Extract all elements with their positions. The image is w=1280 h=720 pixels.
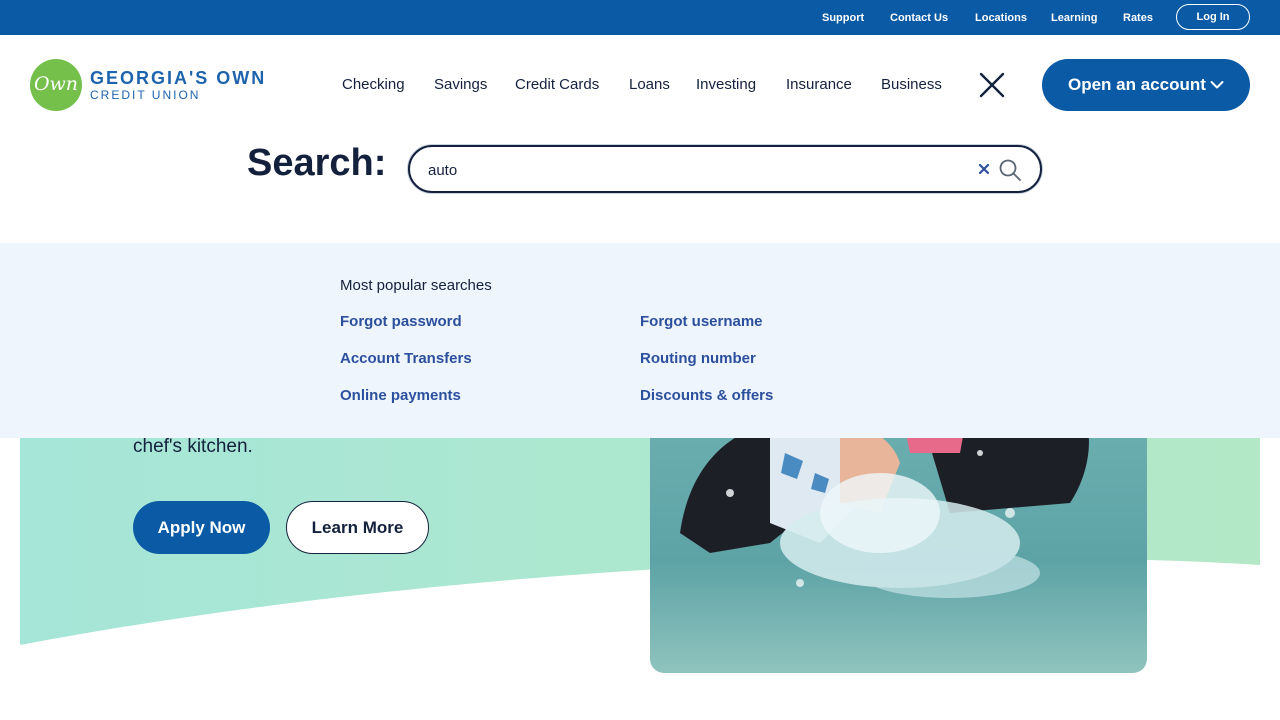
popular-link-online-payments[interactable]: Online payments bbox=[340, 387, 461, 404]
magnifier-icon[interactable] bbox=[997, 157, 1023, 183]
hero-text: chef's kitchen. bbox=[133, 436, 253, 457]
apply-now-button[interactable]: Apply Now bbox=[133, 501, 270, 554]
utility-bar: Support Contact Us Locations Learning Ra… bbox=[0, 0, 1280, 35]
logo-mark-text: Own bbox=[33, 73, 79, 95]
popular-link-account-transfers[interactable]: Account Transfers bbox=[340, 350, 472, 367]
nav-item-checking[interactable]: Checking bbox=[342, 76, 405, 93]
close-x-icon[interactable] bbox=[978, 71, 1006, 99]
nav-item-investing[interactable]: Investing bbox=[696, 76, 756, 93]
utility-link-contact-us[interactable]: Contact Us bbox=[890, 12, 948, 24]
open-account-label: Open an account bbox=[1068, 75, 1206, 94]
search-input[interactable] bbox=[428, 159, 948, 181]
utility-link-rates[interactable]: Rates bbox=[1123, 12, 1153, 24]
nav-item-insurance[interactable]: Insurance bbox=[786, 76, 852, 93]
popular-link-forgot-username[interactable]: Forgot username bbox=[640, 313, 763, 330]
chevron-down-icon bbox=[1210, 81, 1224, 89]
log-in-button[interactable]: Log In bbox=[1176, 4, 1250, 30]
popular-searches-heading: Most popular searches bbox=[340, 277, 492, 294]
search-box bbox=[408, 145, 1042, 193]
search-label: Search: bbox=[247, 142, 387, 184]
logo-name[interactable]: GEORGIA'S OWN bbox=[90, 68, 266, 89]
popular-link-forgot-password[interactable]: Forgot password bbox=[340, 313, 462, 330]
logo-mark[interactable]: Own bbox=[30, 59, 82, 111]
popular-link-routing-number[interactable]: Routing number bbox=[640, 350, 756, 367]
learn-more-button[interactable]: Learn More bbox=[286, 501, 429, 554]
nav-item-business[interactable]: Business bbox=[881, 76, 942, 93]
nav-item-savings[interactable]: Savings bbox=[434, 76, 487, 93]
utility-link-support[interactable]: Support bbox=[822, 12, 864, 24]
logo-subtitle: CREDIT UNION bbox=[90, 88, 201, 102]
nav-item-credit-cards[interactable]: Credit Cards bbox=[515, 76, 599, 93]
utility-link-learning[interactable]: Learning bbox=[1051, 12, 1097, 24]
popular-searches-panel: Most popular searches Forgot password Fo… bbox=[0, 243, 1280, 438]
popular-link-discounts-offers[interactable]: Discounts & offers bbox=[640, 387, 773, 404]
utility-link-locations[interactable]: Locations bbox=[975, 12, 1027, 24]
clear-x-icon[interactable] bbox=[976, 161, 992, 177]
nav-item-loans[interactable]: Loans bbox=[629, 76, 670, 93]
open-account-button[interactable]: Open an account bbox=[1042, 59, 1250, 111]
